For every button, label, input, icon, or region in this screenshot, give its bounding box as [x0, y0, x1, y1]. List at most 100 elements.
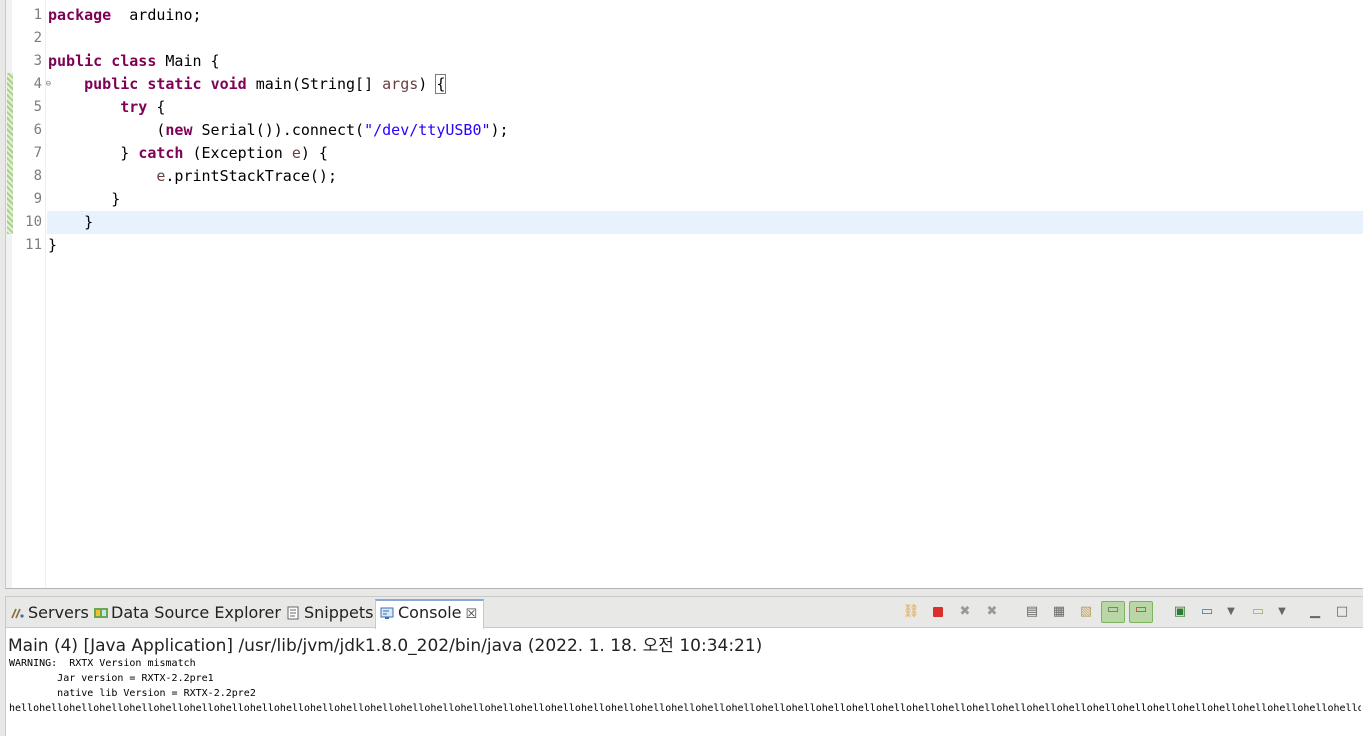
- line-number: 7: [12, 142, 42, 165]
- line-number: 3: [12, 50, 42, 73]
- code-line[interactable]: try {: [48, 96, 165, 119]
- line-number: 9: [12, 188, 42, 211]
- code-line[interactable]: }: [48, 234, 57, 257]
- code-token: }: [48, 190, 121, 208]
- line-number-text: 4: [33, 76, 42, 92]
- show-on-stderr-icon[interactable]: ▭: [1129, 601, 1153, 623]
- chevron-down-icon[interactable]: ▼: [1273, 604, 1291, 620]
- line-number-text: 2: [33, 30, 42, 46]
- keyword-token: public: [48, 52, 103, 70]
- code-line[interactable]: (new Serial()).connect("/dev/ttyUSB0");: [48, 119, 509, 142]
- keyword-token: package: [48, 6, 112, 24]
- keyword-token: new: [165, 121, 193, 139]
- close-icon[interactable]: ☒: [466, 603, 478, 627]
- code-token: arduino;: [111, 6, 202, 24]
- code-token: Serial()).connect(: [192, 121, 365, 139]
- code-token: }: [48, 213, 94, 231]
- code-token: (Exception: [183, 144, 292, 162]
- code-line[interactable]: public static void main(String[] args) {: [48, 73, 447, 96]
- current-line-highlight: [47, 211, 1363, 234]
- code-token: ): [418, 75, 437, 93]
- snippets-icon: [286, 603, 300, 620]
- keyword-token: void: [210, 75, 247, 93]
- line-number-text: 10: [25, 214, 42, 230]
- string-token: "/dev/ttyUSB0": [364, 121, 491, 139]
- keyword-token: try: [120, 98, 148, 116]
- tab-snippets[interactable]: Snippets: [286, 601, 374, 627]
- minimize-icon[interactable]: ▁: [1306, 604, 1324, 620]
- tab-data-source-explorer[interactable]: Data Source Explorer: [93, 601, 281, 627]
- keyword-token: static: [147, 75, 202, 93]
- code-token: .printStackTrace();: [165, 167, 337, 185]
- line-number-text: 8: [33, 168, 42, 184]
- terminate-icon[interactable]: [929, 604, 947, 620]
- tab-label: Data Source Explorer: [111, 603, 281, 622]
- variable-token: e: [291, 144, 301, 162]
- code-token: (: [48, 121, 166, 139]
- matching-bracket: {: [435, 74, 447, 94]
- chevron-down-icon[interactable]: ▼: [1222, 604, 1240, 620]
- remove-launch-icon[interactable]: ✖: [956, 604, 974, 620]
- keyword-token: class: [111, 52, 157, 70]
- tab-console[interactable]: Console ☒: [375, 599, 485, 629]
- code-line[interactable]: }: [48, 211, 93, 234]
- line-number: 11: [12, 234, 42, 257]
- display-console-icon[interactable]: ▭: [1198, 604, 1216, 620]
- line-number-text: 6: [33, 122, 42, 138]
- line-number: 1: [12, 4, 42, 27]
- tab-label: Snippets: [304, 603, 374, 622]
- tab-label: Servers: [28, 603, 89, 622]
- show-on-stdout-icon[interactable]: ▭: [1101, 601, 1125, 623]
- line-number: 4 ⊖: [12, 73, 51, 96]
- line-number-text: 7: [33, 145, 42, 161]
- tab-label: Console: [398, 603, 462, 622]
- word-wrap-icon[interactable]: ▧: [1077, 604, 1095, 620]
- code-token: }: [48, 236, 58, 254]
- console-icon: [380, 603, 394, 619]
- clear-console-icon[interactable]: ▤: [1023, 604, 1041, 620]
- code-line[interactable]: } catch (Exception e) {: [48, 142, 328, 165]
- launch-description: Main (4) [Java Application] /usr/lib/jvm…: [8, 636, 763, 656]
- link-icon[interactable]: ⛓: [902, 604, 920, 620]
- line-number: 6: [12, 119, 42, 142]
- tab-servers[interactable]: Servers: [10, 601, 89, 627]
- code-token: }: [48, 144, 139, 162]
- code-token: Main {: [156, 52, 220, 70]
- line-number-text: 3: [33, 53, 42, 69]
- code-line[interactable]: e.printStackTrace();: [48, 165, 337, 188]
- data-source-explorer-icon: [93, 603, 108, 618]
- line-number: 2: [12, 27, 42, 50]
- keyword-token: public: [84, 75, 139, 93]
- code-token: main(String[]: [246, 75, 383, 93]
- code-line[interactable]: }: [48, 188, 120, 211]
- line-number-text: 9: [33, 191, 42, 207]
- code-editor[interactable]: 1 package arduino; 2 3 public class Main {4 ⊖…: [5, 0, 1363, 589]
- servers-icon: [10, 603, 24, 619]
- variable-token: args: [382, 75, 419, 93]
- scroll-lock-icon[interactable]: ▦: [1050, 604, 1068, 620]
- console-output[interactable]: WARNING: RXTX Version mismatch Jar versi…: [9, 656, 1361, 716]
- line-number: 10: [12, 211, 42, 234]
- code-token: ) {: [300, 144, 328, 162]
- line-number: 5: [12, 96, 42, 119]
- line-number-text: 11: [25, 237, 42, 253]
- code-token: );: [490, 121, 509, 139]
- line-number-text: 1: [33, 7, 42, 23]
- code-line[interactable]: package arduino;: [48, 4, 202, 27]
- maximize-icon[interactable]: □: [1333, 604, 1351, 620]
- open-console-icon[interactable]: ▭: [1249, 604, 1267, 620]
- console-panel: Servers Data Source Explorer Snippets Co…: [5, 596, 1363, 736]
- panel-tab-bar: Servers Data Source Explorer Snippets Co…: [6, 597, 1363, 629]
- line-number-text: 5: [33, 99, 42, 115]
- pin-console-icon[interactable]: ▣: [1171, 604, 1189, 620]
- remove-all-terminated-icon[interactable]: ✖: [983, 604, 1001, 620]
- line-number: 8: [12, 165, 42, 188]
- code-token: {: [147, 98, 166, 116]
- code-line[interactable]: public class Main {: [48, 50, 220, 73]
